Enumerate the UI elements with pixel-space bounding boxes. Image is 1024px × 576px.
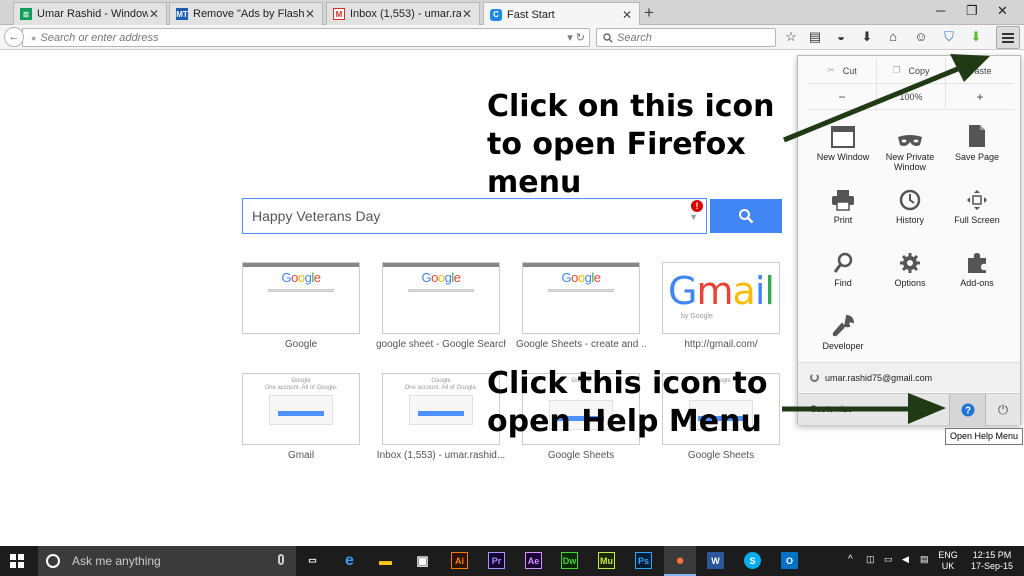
annotation-arrows [782,54,990,424]
tray-chevron-icon[interactable]: ^ [848,554,853,565]
network-icon[interactable]: ◫ [866,554,875,565]
windows-start-icon[interactable] [10,554,24,568]
screenshot-root: ≣ Umar Rashid - Windows A... ✕ MT Remove… [0,0,1024,576]
firefox-taskbar-icon[interactable]: ● [664,546,696,576]
photoshop-icon[interactable]: Ps [635,552,652,569]
microphone-icon[interactable] [278,554,284,565]
clock-time: 12:15 PM [972,550,1012,560]
cortana-search[interactable]: Ask me anything [38,546,296,576]
lang-code: ENG [938,550,958,560]
task-view-icon[interactable]: ▭ [304,552,321,569]
cortana-placeholder: Ask me anything [72,554,161,568]
volume-icon[interactable]: ◀ [902,554,909,565]
file-explorer-icon[interactable]: ▬ [377,552,394,569]
illustrator-icon[interactable]: Ai [451,552,468,569]
premiere-icon[interactable]: Pr [488,552,505,569]
taskbar: Ask me anything ▭ e ▬ ▣ Ai Pr Ae Dw Mu P… [0,546,1024,576]
outlook-icon[interactable]: O [781,552,798,569]
word-icon[interactable]: W [707,552,724,569]
language-indicator[interactable]: ENG UK [936,550,960,572]
store-icon[interactable]: ▣ [414,552,431,569]
muse-icon[interactable]: Mu [598,552,615,569]
edge-icon[interactable]: e [341,552,358,569]
clock-date: 17-Sep-15 [970,561,1014,571]
skype-icon[interactable]: S [744,552,761,569]
region-code: UK [941,561,955,571]
dreamweaver-icon[interactable]: Dw [561,552,578,569]
power-tray-icon[interactable]: ▭ [884,554,893,565]
clock[interactable]: 12:15 PM 17-Sep-15 [964,550,1020,572]
arrow-to-help-head [908,393,946,424]
cortana-icon [46,554,60,568]
arrow-to-menu-line [783,65,961,143]
after-effects-icon[interactable]: Ae [525,552,542,569]
notifications-icon[interactable]: ▤ [920,554,929,565]
